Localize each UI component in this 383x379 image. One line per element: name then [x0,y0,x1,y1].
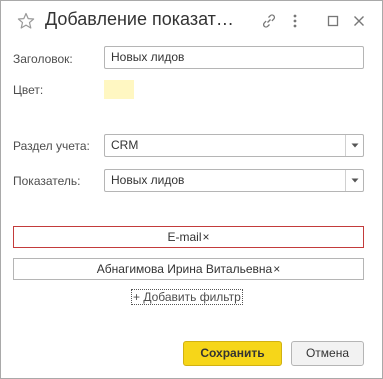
filter-chip-label: E-mail [167,230,202,244]
remove-filter-icon[interactable]: × [203,230,210,244]
cancel-button[interactable]: Отмена [291,341,364,366]
chevron-down-icon[interactable] [345,170,363,191]
section-select-value: CRM [111,138,139,152]
filter-chip-label: Абнагимова Ирина Витальевна [96,262,273,276]
indicator-select[interactable]: Новых лидов [104,169,364,192]
section-label: Раздел учета: [13,139,90,153]
star-icon[interactable] [17,12,35,30]
indicator-select-value: Новых лидов [111,173,185,187]
add-filter-link[interactable]: + Добавить фильтр [131,289,243,305]
indicator-label: Показатель: [13,174,81,188]
dialog-window: Добавление показат… Заголовок: Новых лид… [0,0,383,379]
title-bar: Добавление показат… [1,1,382,41]
heading-input-value: Новых лидов [111,50,185,64]
color-label: Цвет: [13,83,44,97]
window-title: Добавление показат… [45,9,234,29]
link-icon[interactable] [261,13,277,29]
maximize-icon[interactable] [325,13,341,29]
section-select[interactable]: CRM [104,134,364,157]
filter-chip-email[interactable]: E-mail× [13,226,364,248]
chevron-down-icon[interactable] [345,135,363,156]
save-button[interactable]: Сохранить [183,341,282,366]
heading-label: Заголовок: [13,52,73,66]
more-icon[interactable] [287,13,303,29]
heading-input[interactable]: Новых лидов [104,46,364,69]
filter-chip-person[interactable]: Абнагимова Ирина Витальевна× [13,258,364,280]
color-swatch[interactable] [104,80,134,99]
remove-filter-icon[interactable]: × [273,262,280,276]
close-icon[interactable] [351,13,367,29]
